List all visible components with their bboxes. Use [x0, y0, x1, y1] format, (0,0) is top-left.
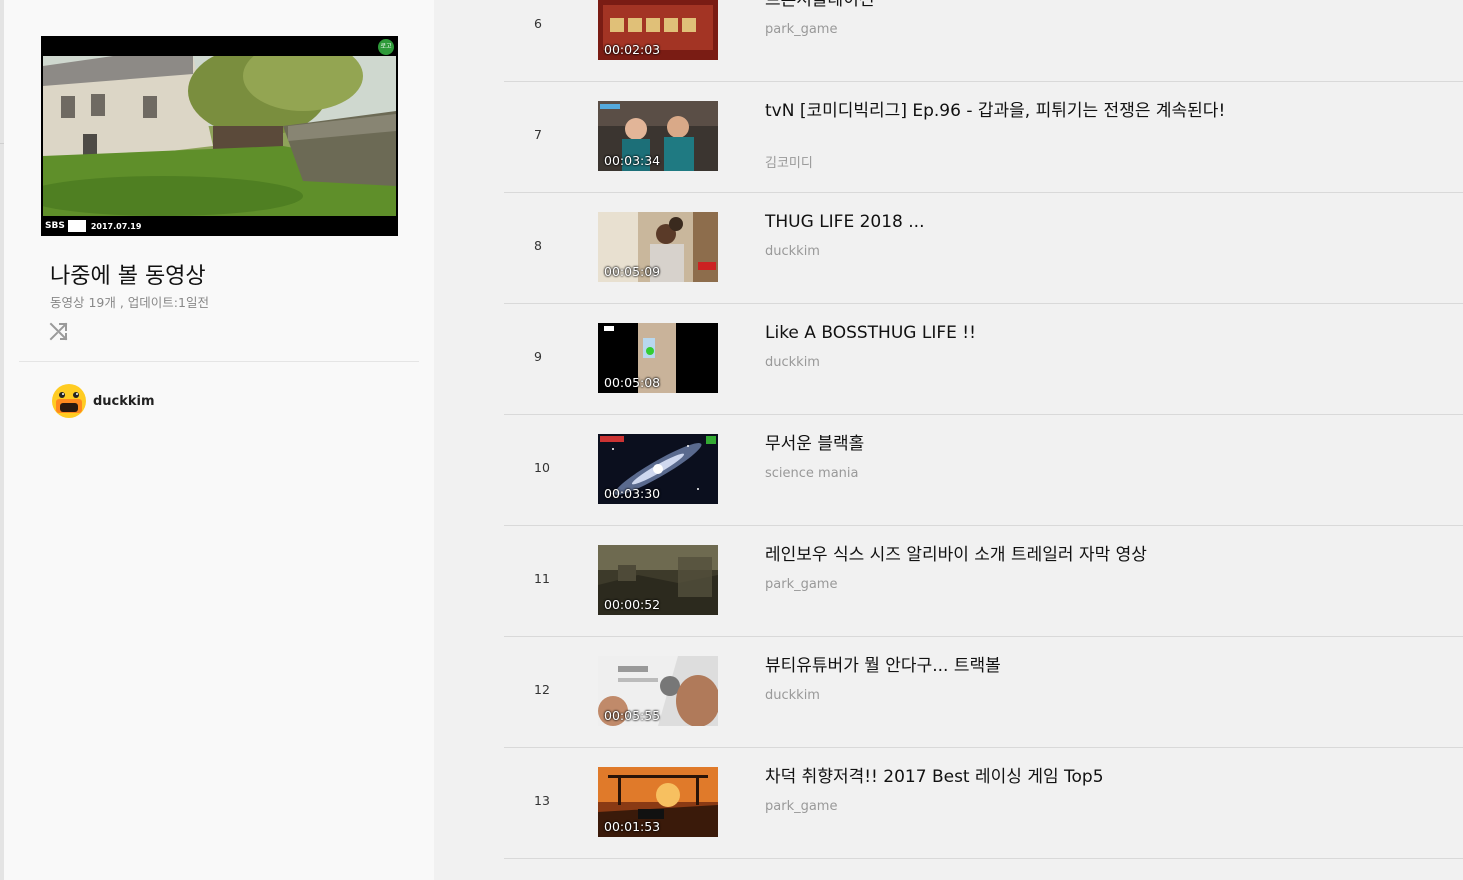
- cover-broadcaster-logo: SBS 2017.07.19: [45, 220, 142, 232]
- playlist-meta: 동영상 19개 , 업데이트:1일전: [50, 295, 209, 310]
- video-thumbnail[interactable]: 00:01:53: [598, 767, 718, 837]
- video-index: 9: [534, 349, 542, 364]
- app-root: SBS 2017.07.19 로고 나중에 볼 동영상 동영상 19개 , 업데…: [0, 0, 1463, 880]
- panel-divider: [19, 361, 419, 362]
- video-index: 6: [534, 16, 542, 31]
- video-index: 12: [534, 682, 550, 697]
- video-title[interactable]: tvN [코미디빅리그] Ep.96 - 갑과을, 피튀기는 전쟁은 계속된다!: [765, 102, 1245, 121]
- video-duration: 00:05:08: [604, 375, 661, 390]
- owner-name: duckkim: [93, 393, 155, 409]
- list-item[interactable]: 8 00:05:09 THUG LIFE 2018 ... duckkim: [504, 193, 1463, 304]
- video-duration: 00:05:09: [604, 264, 661, 279]
- video-duration: 00:02:03: [604, 42, 661, 57]
- video-index: 10: [534, 460, 550, 475]
- video-title[interactable]: THUG LIFE 2018 ...: [765, 213, 1245, 232]
- video-duration: 00:01:53: [604, 819, 661, 834]
- video-index: 13: [534, 793, 550, 808]
- video-duration: 00:00:52: [604, 597, 661, 612]
- video-channel[interactable]: park_game: [765, 22, 837, 37]
- duck-avatar-icon: [51, 383, 87, 419]
- video-duration: 00:05:55: [604, 708, 661, 723]
- video-channel[interactable]: duckkim: [765, 244, 820, 259]
- video-channel[interactable]: park_game: [765, 799, 837, 814]
- video-channel[interactable]: 김코미디: [765, 152, 813, 171]
- video-duration: 00:03:30: [604, 486, 661, 501]
- list-item[interactable]: 11 00:00:52 레인보우 식스 시즈 알리바이 소개 트레일러 자막 영…: [504, 526, 1463, 637]
- video-channel[interactable]: duckkim: [765, 688, 820, 703]
- video-channel[interactable]: science mania: [765, 466, 859, 481]
- video-thumbnail[interactable]: 00:02:03: [598, 0, 718, 60]
- video-index: 8: [534, 238, 542, 253]
- video-channel[interactable]: park_game: [765, 577, 837, 592]
- video-title[interactable]: 차덕 취향저격!! 2017 Best 레이싱 게임 Top5: [765, 768, 1245, 787]
- video-channel[interactable]: duckkim: [765, 355, 820, 370]
- list-item[interactable]: 10 00:03:30 무서운 블랙홀 science mania: [504, 415, 1463, 526]
- list-item[interactable]: 9 00:05:08 Like A BOSSTHUG LIFE !! duckk…: [504, 304, 1463, 415]
- video-thumbnail[interactable]: 00:03:30: [598, 434, 718, 504]
- video-title[interactable]: 무서운 블랙홀: [765, 435, 1245, 454]
- list-item[interactable]: 7 00:03:34 tvN [코미디빅리그] Ep.96 - 갑과을, 피튀기…: [504, 82, 1463, 193]
- cover-channel-badge: 로고: [378, 39, 394, 55]
- video-title[interactable]: 레인보우 식스 시즈 알리바이 소개 트레일러 자막 영상: [765, 546, 1245, 565]
- video-thumbnail[interactable]: 00:00:52: [598, 545, 718, 615]
- video-thumbnail[interactable]: 00:05:09: [598, 212, 718, 282]
- video-thumbnail[interactable]: 00:05:08: [598, 323, 718, 393]
- video-thumbnail[interactable]: 00:05:55: [598, 656, 718, 726]
- shuffle-icon[interactable]: [48, 320, 70, 342]
- video-index: 7: [534, 127, 542, 142]
- cover-image: [43, 56, 396, 216]
- playlist-title: 나중에 볼 동영상: [50, 264, 206, 289]
- video-duration: 00:03:34: [604, 153, 661, 168]
- video-title[interactable]: 뷰티유튜버가 뭘 안다구... 트랙볼: [765, 657, 1245, 676]
- video-index: 11: [534, 571, 550, 586]
- list-item[interactable]: 12 00:05:55 뷰티유튜버가 뭘 안다구... 트랙볼 duckkim: [504, 637, 1463, 748]
- video-title[interactable]: 트론서울레이션: [765, 0, 1245, 10]
- video-title[interactable]: Like A BOSSTHUG LIFE !!: [765, 324, 1245, 343]
- list-item[interactable]: 13 00:01:53 차덕 취향저격!! 2017 Best 레이싱 게임 T…: [504, 748, 1463, 859]
- video-thumbnail[interactable]: 00:03:34: [598, 101, 718, 171]
- list-item[interactable]: 6 00:02:03 트론서울레이션 park_game: [504, 0, 1463, 82]
- playlist-info-panel: SBS 2017.07.19 로고 나중에 볼 동영상 동영상 19개 , 업데…: [4, 0, 434, 880]
- playlist-cover-thumbnail[interactable]: SBS 2017.07.19 로고: [41, 36, 398, 236]
- playlist-owner[interactable]: duckkim: [51, 383, 155, 419]
